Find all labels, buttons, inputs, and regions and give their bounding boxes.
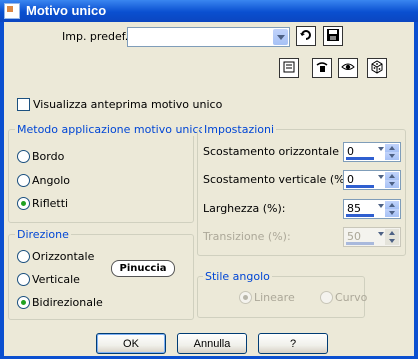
radio-rifletti[interactable] xyxy=(17,197,30,210)
reset-icon xyxy=(282,60,296,77)
transition-label: Transizione (%): xyxy=(203,230,291,243)
ok-button[interactable]: OK xyxy=(96,333,166,354)
random-dice-icon xyxy=(370,59,384,77)
cancel-button[interactable]: Annulla xyxy=(177,333,247,354)
save-icon xyxy=(326,28,340,45)
radio-curvo[interactable] xyxy=(320,291,333,304)
radio-bidirezionale-label[interactable]: Bidirezionale xyxy=(32,296,103,309)
spin-up-icon[interactable] xyxy=(385,229,399,237)
method-group-title: Metodo applicazione motivo unico xyxy=(15,123,208,136)
spin-down-icon[interactable] xyxy=(385,209,399,217)
spin-down-icon[interactable] xyxy=(385,152,399,160)
radio-angolo-label[interactable]: Angolo xyxy=(32,174,70,187)
window-frame-left xyxy=(0,22,4,359)
preset-select[interactable] xyxy=(127,27,290,47)
transition-slider-bar[interactable] xyxy=(346,242,374,245)
radio-orizzontale-label[interactable]: Orizzontale xyxy=(32,250,94,263)
reset-button[interactable] xyxy=(279,58,299,78)
load-preset-button[interactable] xyxy=(296,26,316,46)
width-input[interactable]: 85 xyxy=(343,199,401,219)
proof-lock-button[interactable] xyxy=(312,58,332,78)
window-frame-right xyxy=(414,22,418,359)
preview-checkbox[interactable] xyxy=(17,98,30,111)
radio-lineare-label[interactable]: Lineare xyxy=(254,291,295,304)
spin-down-icon[interactable] xyxy=(385,237,399,245)
spin-up-icon[interactable] xyxy=(385,201,399,209)
radio-verticale-label[interactable]: Verticale xyxy=(32,273,80,286)
help-button[interactable]: ? xyxy=(258,333,328,354)
title-bar: Motivo unico xyxy=(0,0,418,22)
watermark-stamp: Pinuccia xyxy=(111,260,175,277)
transition-input[interactable]: 50 xyxy=(343,227,401,247)
spin-up-icon[interactable] xyxy=(385,144,399,152)
v-offset-slider-bar[interactable] xyxy=(346,185,374,188)
radio-verticale[interactable] xyxy=(17,273,30,286)
radio-bidirezionale[interactable] xyxy=(17,296,30,309)
save-preset-button[interactable] xyxy=(323,26,343,46)
load-preset-icon xyxy=(299,28,313,45)
spin-up-icon[interactable] xyxy=(385,172,399,180)
width-slider-bar[interactable] xyxy=(346,214,374,217)
proof-eye-icon xyxy=(341,60,355,77)
proof-eye-button[interactable] xyxy=(338,58,358,78)
radio-orizzontale[interactable] xyxy=(17,250,30,263)
width-label: Larghezza (%): xyxy=(203,202,286,215)
v-offset-label: Scostamento verticale (%): xyxy=(203,173,353,186)
v-offset-input[interactable]: 0 xyxy=(343,170,401,190)
radio-curvo-label[interactable]: Curvo xyxy=(335,291,367,304)
radio-bordo-label[interactable]: Bordo xyxy=(32,150,64,163)
radio-rifletti-label[interactable]: Rifletti xyxy=(32,197,68,210)
randomize-button[interactable] xyxy=(367,58,387,78)
settings-group-title: Impostazioni xyxy=(202,123,277,136)
chevron-down-icon[interactable] xyxy=(378,147,384,151)
corner-style-group-title: Stile angolo xyxy=(203,270,272,283)
chevron-down-icon[interactable] xyxy=(378,204,384,208)
window-title: Motivo unico xyxy=(26,3,107,18)
spin-down-icon[interactable] xyxy=(385,180,399,188)
chevron-down-icon[interactable] xyxy=(273,29,288,45)
direction-group-title: Direzione xyxy=(15,228,71,241)
radio-lineare[interactable] xyxy=(239,291,252,304)
h-offset-input[interactable]: 0 xyxy=(343,142,401,162)
preview-checkbox-label[interactable]: Visualizza anteprima motivo unico xyxy=(33,98,222,111)
chevron-down-icon[interactable] xyxy=(378,175,384,179)
radio-angolo[interactable] xyxy=(17,174,30,187)
app-icon xyxy=(4,3,20,19)
radio-bordo[interactable] xyxy=(17,150,30,163)
h-offset-label: Scostamento orizzontale (%): xyxy=(203,145,366,158)
lock-icon xyxy=(315,60,329,77)
preset-label: Imp. predef.: xyxy=(62,30,132,43)
chevron-down-icon[interactable] xyxy=(378,232,384,236)
h-offset-slider-bar[interactable] xyxy=(346,157,374,160)
